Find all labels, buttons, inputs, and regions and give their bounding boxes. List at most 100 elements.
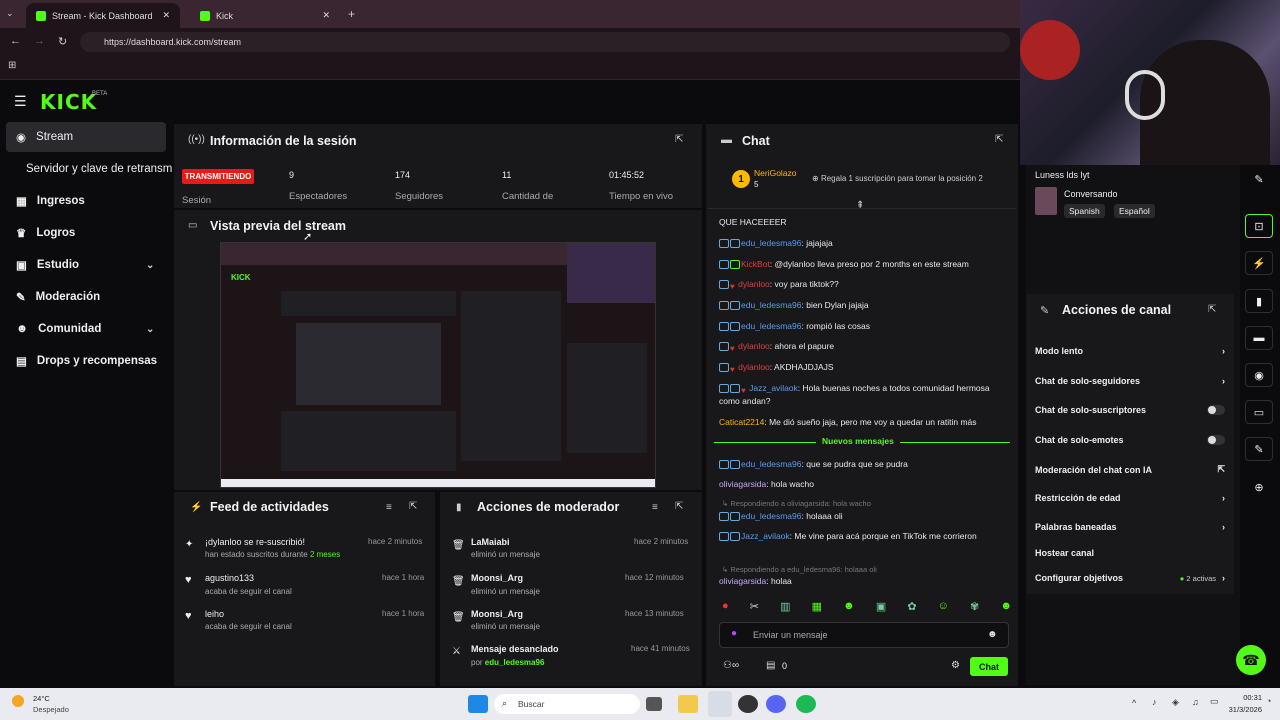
battery-icon[interactable]: ▭	[1210, 696, 1219, 707]
sidebar-item-estudio[interactable]: ▣ Estudio ⌄	[6, 250, 166, 280]
discord-icon[interactable]	[766, 695, 786, 713]
rbar-button[interactable]: ◉	[1243, 361, 1275, 389]
clock-date[interactable]: 31/3/2026	[1222, 705, 1262, 714]
emote-icon[interactable]: ✂	[750, 600, 759, 616]
toggle-switch[interactable]	[1207, 435, 1225, 445]
toggle-switch[interactable]	[1207, 405, 1225, 415]
support-button[interactable]: ☎	[1236, 645, 1266, 675]
people-icon: ☻	[16, 323, 29, 335]
mod-badge-icon	[719, 384, 729, 394]
action-configurar-objetivos[interactable]: Configurar objetivos ● 2 activas ›	[1035, 573, 1225, 583]
emoji-icon[interactable]: ☻	[987, 629, 998, 640]
settings-gear-icon[interactable]: ⚙	[951, 660, 960, 671]
forward-icon[interactable]: →	[34, 35, 45, 47]
emote-icon[interactable]: ☺	[938, 600, 949, 616]
emote-icon[interactable]: ▥	[780, 600, 790, 616]
close-icon[interactable]: ✕	[162, 10, 170, 21]
windows-start-icon[interactable]	[468, 695, 488, 713]
stream-preview-video[interactable]: KICK	[220, 242, 656, 488]
rbar-button[interactable]: ⚡	[1243, 249, 1275, 277]
rbar-button[interactable]: ▮	[1243, 287, 1275, 315]
action-solo-emotes[interactable]: Chat de solo-emotes	[1035, 435, 1225, 445]
emote-icon[interactable]: ☻	[1000, 600, 1012, 616]
reload-icon[interactable]: ↻	[58, 35, 67, 48]
add-widget-icon[interactable]: ⊕	[1243, 473, 1275, 501]
sidebar-item-ingresos[interactable]: ▦ Ingresos	[6, 186, 166, 216]
tag-chip[interactable]: Español	[1114, 204, 1155, 218]
sidebar-item-server-key[interactable]: Servidor y clave de retransm	[6, 154, 176, 184]
emote-icon[interactable]: ✿	[907, 600, 916, 616]
action-restriccion-edad[interactable]: Restricción de edad ›	[1035, 493, 1225, 503]
action-hostear-canal[interactable]: Hostear canal	[1035, 548, 1225, 558]
action-solo-suscriptores[interactable]: Chat de solo-suscriptores	[1035, 405, 1225, 415]
pinned-user[interactable]: NeriGolazo	[754, 168, 797, 178]
tab-stream-dashboard[interactable]: Stream - Kick Dashboard ✕	[26, 3, 180, 28]
sub-badge-icon	[730, 384, 740, 394]
reply-context: ↳ Respondiendo a oliviagarsida: hola wac…	[722, 499, 871, 508]
mouse-cursor-icon: ➚	[303, 231, 313, 243]
sidebar-item-comunidad[interactable]: ☻ Comunidad ⌄	[6, 314, 166, 344]
filter-icon[interactable]: ≡	[386, 502, 392, 513]
emote-icon[interactable]: ▦	[812, 600, 822, 616]
popout-icon[interactable]: ⇱	[995, 134, 1003, 145]
taskbar-search[interactable]: Buscar	[494, 694, 640, 714]
rbar-button[interactable]: ▭	[1243, 398, 1275, 426]
popout-icon[interactable]: ⇱	[675, 134, 683, 145]
chevron-down-icon: ⌄	[146, 323, 155, 335]
notification-icon[interactable]: ◔	[1266, 696, 1271, 706]
rbar-button[interactable]: ⊡	[1243, 212, 1275, 240]
emote-icon[interactable]: ✾	[970, 600, 979, 616]
close-icon[interactable]: ✕	[322, 10, 330, 21]
emote-icon[interactable]: ●	[722, 600, 729, 616]
volume-icon[interactable]: ♫	[1192, 697, 1199, 707]
sidebar-item-logros[interactable]: ♛ Logros	[6, 218, 166, 248]
popout-icon[interactable]: ⇱	[1208, 304, 1216, 315]
taskview-icon[interactable]	[646, 697, 662, 711]
mod-badge-icon	[719, 532, 729, 542]
category-thumbnail[interactable]	[1035, 187, 1057, 215]
action-solo-seguidores[interactable]: Chat de solo-seguidores ›	[1035, 376, 1225, 386]
filter-icon[interactable]: ≡	[652, 502, 658, 513]
obs-icon[interactable]	[738, 695, 758, 713]
edit-icon[interactable]: ✎	[1243, 165, 1275, 193]
tab-kick[interactable]: Kick ✕	[190, 3, 340, 28]
kick-header	[0, 80, 1020, 120]
menu-icon[interactable]: ☰	[14, 93, 27, 110]
sidebar-item-moderacion[interactable]: ✎ Moderación	[6, 282, 166, 312]
chrome-icon[interactable]	[708, 691, 732, 717]
mic-icon[interactable]: ●	[731, 628, 737, 639]
spotify-icon[interactable]	[796, 695, 816, 713]
kick-logo[interactable]: KICK	[40, 90, 97, 114]
apps-grid-icon[interactable]: ⊞	[8, 60, 16, 71]
tag-chip[interactable]: Spanish	[1064, 204, 1105, 218]
action-palabras-baneadas[interactable]: Palabras baneadas ›	[1035, 522, 1225, 532]
new-tab-icon[interactable]: +	[348, 7, 355, 21]
action-moderacion-ia[interactable]: Moderación del chat con IA ⇱	[1035, 464, 1225, 475]
file-explorer-icon[interactable]	[678, 695, 698, 713]
chat-message: edu_ledesma96: bien Dylan jajaja	[719, 299, 1009, 312]
popout-icon[interactable]: ⇱	[409, 501, 417, 512]
category-label[interactable]: Conversando	[1064, 189, 1118, 199]
rbar-button[interactable]: ▬	[1243, 324, 1275, 352]
url-input[interactable]: https://dashboard.kick.com/stream	[80, 32, 1010, 52]
sidebar-item-stream[interactable]: ◉ Stream	[6, 122, 166, 152]
send-chat-button[interactable]: Chat	[970, 657, 1008, 676]
tab-list-icon[interactable]: ⌄	[6, 8, 14, 19]
emote-icon[interactable]: ▣	[876, 600, 886, 616]
rbar-button[interactable]: ✎	[1243, 435, 1275, 463]
clock-time[interactable]: 00:31	[1222, 693, 1262, 702]
collapse-icon[interactable]: ⇞	[856, 200, 864, 211]
emote-icon[interactable]: ☻	[843, 600, 855, 616]
sidebar-item-drops[interactable]: ▤ Drops y recompensas	[6, 346, 176, 376]
sub-badge-icon	[730, 512, 740, 522]
action-modo-lento[interactable]: Modo lento ›	[1035, 346, 1225, 356]
back-icon[interactable]: ←	[10, 35, 21, 47]
bolt-icon: ⚡	[1245, 251, 1273, 275]
people-infinity-icon[interactable]: ⚇∞	[723, 660, 739, 671]
mic-tray-icon[interactable]: ♪	[1152, 697, 1157, 707]
popout-icon[interactable]: ⇱	[675, 501, 683, 512]
network-icon[interactable]: ◈	[1172, 697, 1179, 708]
tray-chevron-icon[interactable]: ^	[1132, 698, 1136, 708]
rank-badge-icon: 1	[732, 170, 750, 188]
chat-message: oliviagarsida: hola wacho	[719, 479, 814, 489]
